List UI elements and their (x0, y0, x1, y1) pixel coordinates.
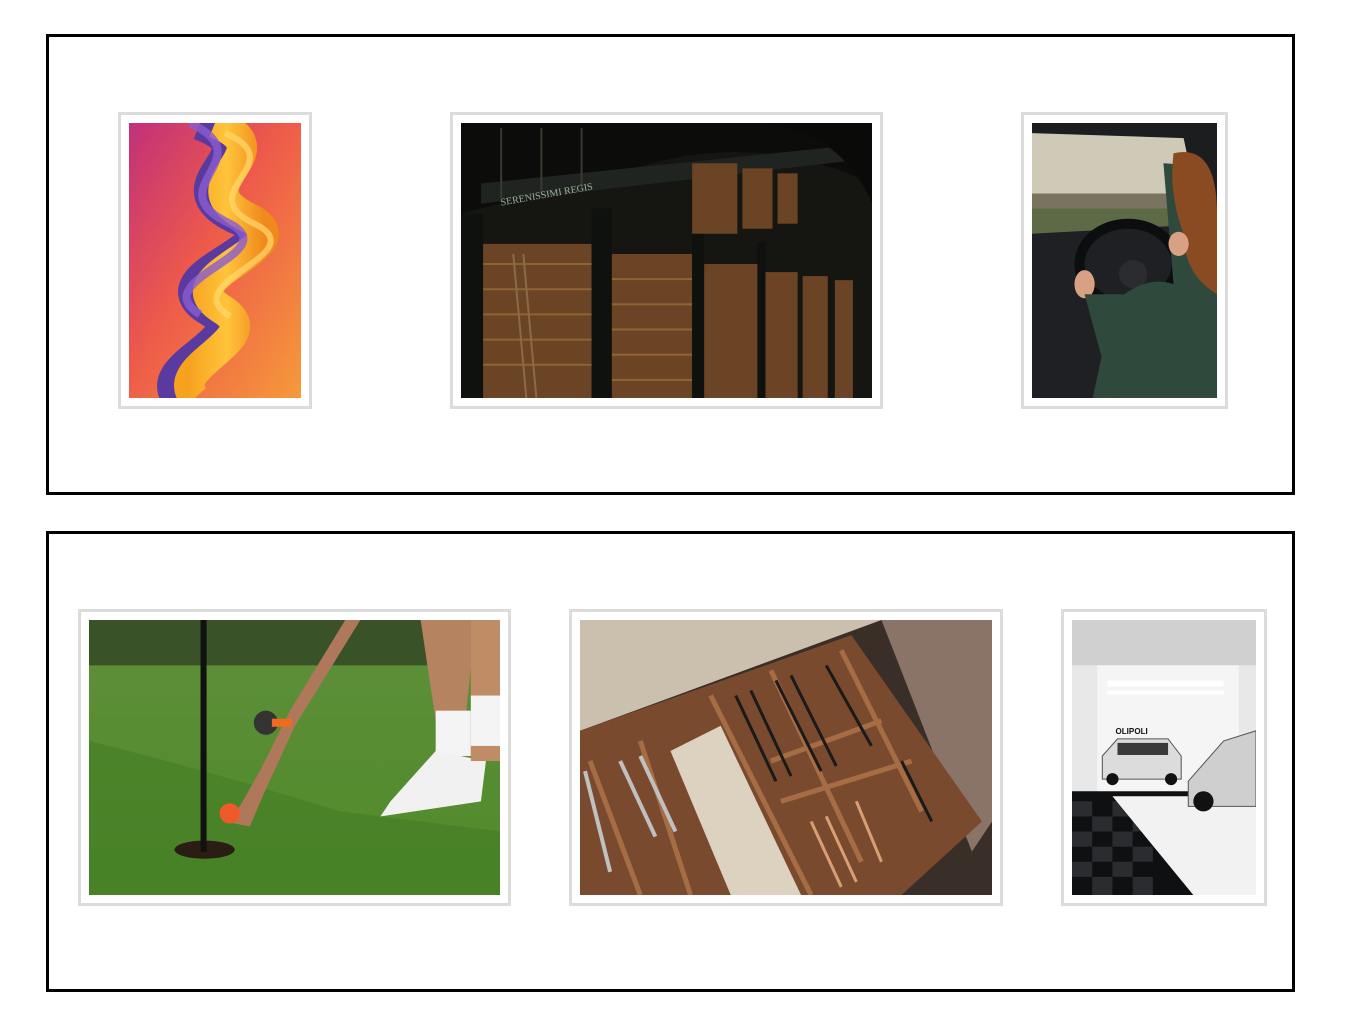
photo-driving[interactable] (1021, 112, 1228, 409)
golf-image (89, 620, 500, 895)
driving-image (1032, 123, 1217, 398)
photo-garage[interactable]: OLIPOLI (1061, 609, 1267, 906)
garage-sign: OLIPOLI (1115, 727, 1147, 736)
photo-cutlery-drawer[interactable] (569, 609, 1003, 906)
photo-library[interactable]: SERENISSIMI REGIS (450, 112, 883, 409)
gallery-row-2: OLIPOLI (46, 531, 1295, 992)
photo-abstract-swirl[interactable] (118, 112, 312, 409)
garage-image: OLIPOLI (1072, 620, 1256, 895)
abstract-swirl-image (129, 123, 301, 398)
photo-golf[interactable] (78, 609, 511, 906)
cutlery-drawer-image (580, 620, 992, 895)
gallery-row-1: SERENISSIMI REGIS (46, 34, 1295, 495)
library-image: SERENISSIMI REGIS (461, 123, 872, 398)
